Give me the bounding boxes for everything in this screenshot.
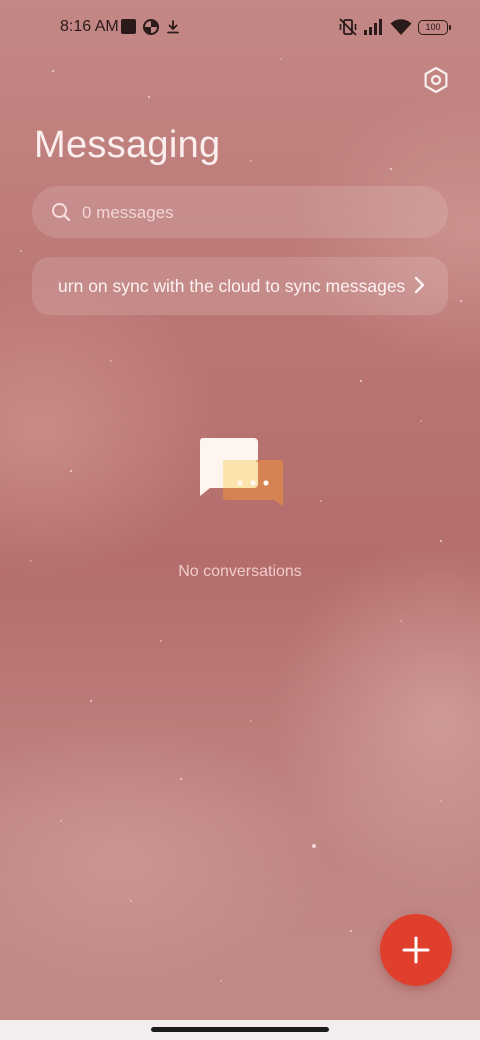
gesture-nav-bar xyxy=(0,1020,480,1040)
chat-bubbles-icon xyxy=(196,436,286,516)
new-message-button[interactable] xyxy=(380,914,452,986)
chevron-right-icon xyxy=(410,274,430,296)
sync-text-clip: Turn on sync with the cloud to sync mess… xyxy=(58,257,426,315)
empty-state-text: No conversations xyxy=(178,563,302,580)
search-input[interactable]: 0 messages xyxy=(82,203,174,223)
data-saver-icon xyxy=(143,19,159,35)
settings-button[interactable] xyxy=(420,64,452,96)
download-icon xyxy=(165,19,181,35)
wifi-icon xyxy=(390,18,412,36)
app-screen: 8:16 AM 100 Messaging 0 messages Turn on… xyxy=(0,0,480,1020)
status-time: 8:16 AM xyxy=(60,18,119,35)
cloud-sync-banner[interactable]: Turn on sync with the cloud to sync mess… xyxy=(32,257,448,315)
settings-hexagon-icon xyxy=(424,66,448,94)
page-title: Messaging xyxy=(34,124,221,166)
search-bar[interactable]: 0 messages xyxy=(32,186,448,238)
status-bar: 8:16 AM 100 xyxy=(0,0,480,56)
plus-icon xyxy=(402,936,430,964)
signal-icon xyxy=(364,19,384,35)
home-indicator[interactable] xyxy=(151,1027,329,1032)
sync-banner-text: Turn on sync with the cloud to sync mess… xyxy=(58,276,406,296)
search-icon xyxy=(50,201,72,223)
vibrate-off-icon xyxy=(338,17,358,37)
battery-icon: 100 xyxy=(418,20,451,35)
notification-square-icon xyxy=(121,19,136,34)
